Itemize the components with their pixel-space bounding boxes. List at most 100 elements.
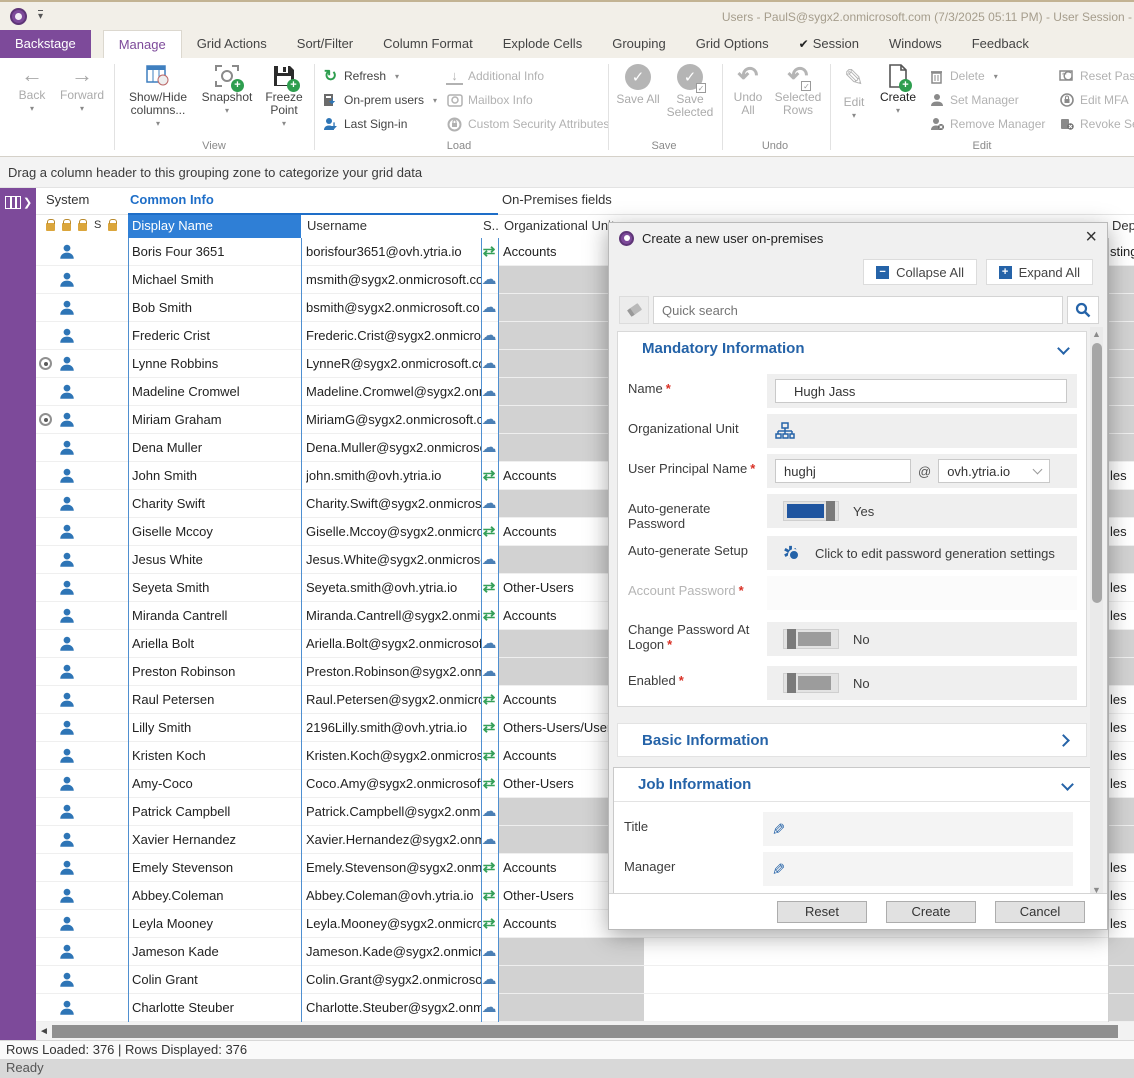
show-hide-columns-button[interactable]: Show/Hide columns...▾ — [122, 64, 194, 128]
on-prem-users-button[interactable]: On-prem users▾ — [322, 90, 437, 110]
username-cell[interactable]: Leyla.Mooney@sygx2.onmicro — [306, 910, 481, 937]
tab-explode-cells[interactable]: Explode Cells — [488, 30, 598, 58]
username-cell[interactable]: Preston.Robinson@sygx2.onmi — [306, 658, 481, 685]
close-icon[interactable]: × — [1085, 227, 1097, 247]
display-name-cell[interactable]: Colin Grant — [132, 966, 300, 993]
group-header-system[interactable]: System — [46, 192, 89, 207]
username-cell[interactable]: john.smith@ovh.ytria.io — [306, 462, 481, 489]
display-name-cell[interactable]: John Smith — [132, 462, 300, 489]
additional-info-button[interactable]: ↓ Additional Info — [446, 66, 544, 86]
display-name-cell[interactable]: Raul Petersen — [132, 686, 300, 713]
display-name-cell[interactable]: Jameson Kade — [132, 938, 300, 965]
change-password-toggle[interactable] — [783, 629, 839, 649]
display-name-cell[interactable]: Lilly Smith — [132, 714, 300, 741]
reset-password-button[interactable]: ** Reset Password — [1058, 66, 1134, 86]
display-name-cell[interactable]: Madeline Cromwel — [132, 378, 300, 405]
username-cell[interactable]: Abbey.Coleman@ovh.ytria.io — [306, 882, 481, 909]
username-cell[interactable]: Ariella.Bolt@sygx2.onmicrosof — [306, 630, 481, 657]
horizontal-scroll-thumb[interactable] — [52, 1025, 1118, 1038]
username-cell[interactable]: Kristen.Koch@sygx2.onmicroso — [306, 742, 481, 769]
password-settings-link[interactable]: Click to edit password generation settin… — [767, 536, 1077, 570]
username-cell[interactable]: Giselle.Mccoy@sygx2.onmicro — [306, 518, 481, 545]
display-name-cell[interactable]: Amy-Coco — [132, 770, 300, 797]
save-selected-button[interactable]: ✓✓ Save Selected — [664, 64, 716, 119]
display-name-cell[interactable]: Seyeta Smith — [132, 574, 300, 601]
back-button[interactable]: ← Back▾ — [12, 64, 52, 113]
organizational-unit-cell[interactable] — [499, 938, 644, 965]
reset-button[interactable]: Reset — [777, 901, 867, 923]
create-button[interactable]: + Create▾ — [876, 64, 920, 115]
display-name-cell[interactable]: Ariella Bolt — [132, 630, 300, 657]
group-header-on-premises[interactable]: On-Premises fields — [502, 192, 612, 207]
tab-grid-options[interactable]: Grid Options — [681, 30, 784, 58]
title-edit-field[interactable]: ✎ — [763, 812, 1073, 846]
display-name-cell[interactable]: Abbey.Coleman — [132, 882, 300, 909]
collapse-all-button[interactable]: − Collapse All — [863, 259, 977, 285]
username-cell[interactable]: Dena.Muller@sygx2.onmicroso — [306, 434, 481, 461]
display-name-cell[interactable]: Michael Smith — [132, 266, 300, 293]
display-name-cell[interactable]: Miranda Cantrell — [132, 602, 300, 629]
username-cell[interactable]: Miranda.Cantrell@sygx2.onmic — [306, 602, 481, 629]
display-name-cell[interactable]: Charlotte Steuber — [132, 994, 300, 1021]
upn-input[interactable] — [775, 459, 911, 483]
username-cell[interactable]: Madeline.Cromwel@sygx2.onn — [306, 378, 481, 405]
undo-selected-rows-button[interactable]: ↶✓ Selected Rows — [772, 64, 824, 117]
tab-feedback[interactable]: Feedback — [957, 30, 1044, 58]
tab-backstage[interactable]: Backstage — [0, 30, 91, 58]
tab-grid-actions[interactable]: Grid Actions — [182, 30, 282, 58]
enabled-toggle[interactable] — [783, 673, 839, 693]
account-password-input[interactable] — [767, 576, 1077, 610]
manager-edit-field[interactable]: ✎ — [763, 852, 1073, 886]
tab-column-format[interactable]: Column Format — [368, 30, 488, 58]
edit-mfa-button[interactable]: Edit MFA — [1058, 90, 1129, 110]
display-name-cell[interactable]: Dena Muller — [132, 434, 300, 461]
username-cell[interactable]: Frederic.Crist@sygx2.onmicros — [306, 322, 481, 349]
section-basic-information[interactable]: Basic Information — [617, 723, 1087, 757]
username-cell[interactable]: MiriamG@sygx2.onmicrosoft.c — [306, 406, 481, 433]
display-name-cell[interactable]: Boris Four 3651 — [132, 238, 300, 265]
custom-security-attributes-button[interactable]: Custom Security Attributes — [446, 114, 609, 134]
username-cell[interactable]: Coco.Amy@sygx2.onmicrosoft — [306, 770, 481, 797]
username-cell[interactable]: msmith@sygx2.onmicrosoft.co — [306, 266, 481, 293]
edit-button[interactable]: ✎ Edit▾ — [836, 64, 872, 120]
search-input[interactable] — [653, 296, 1063, 324]
username-cell[interactable]: Raul.Petersen@sygx2.onmicros — [306, 686, 481, 713]
table-row[interactable]: Colin Grant Colin.Grant@sygx2.onmicrosof… — [36, 966, 1134, 994]
delete-button[interactable]: Delete▾ — [928, 66, 998, 86]
forward-button[interactable]: → Forward▾ — [56, 64, 108, 113]
group-header-common-info[interactable]: Common Info — [130, 192, 214, 207]
save-all-button[interactable]: ✓ Save All — [616, 64, 660, 106]
username-cell[interactable]: borisfour3651@ovh.ytria.io — [306, 238, 481, 265]
tab-session[interactable]: ✔Session — [784, 30, 874, 58]
section-header-job[interactable]: Job Information — [614, 768, 1090, 802]
username-cell[interactable]: Charlotte.Steuber@sygx2.onmi — [306, 994, 481, 1021]
autogen-password-toggle[interactable] — [783, 501, 839, 521]
table-row[interactable]: Jameson Kade Jameson.Kade@sygx2.onmicro … — [36, 938, 1134, 966]
scroll-up-arrow-icon[interactable]: ▲ — [1090, 329, 1103, 339]
column-header-synced[interactable]: S... — [481, 215, 498, 238]
username-cell[interactable]: Xavier.Hernandez@sygx2.onmi — [306, 826, 481, 853]
clear-search-button[interactable] — [619, 296, 649, 324]
display-name-cell[interactable]: Giselle Mccoy — [132, 518, 300, 545]
tab-grouping[interactable]: Grouping — [597, 30, 680, 58]
username-cell[interactable]: Jameson.Kade@sygx2.onmicro — [306, 938, 481, 965]
upn-domain-select[interactable]: ovh.ytria.io — [938, 459, 1050, 483]
remove-manager-button[interactable]: Remove Manager — [928, 114, 1045, 134]
display-name-cell[interactable]: Frederic Crist — [132, 322, 300, 349]
username-cell[interactable]: Colin.Grant@sygx2.onmicrosof — [306, 966, 481, 993]
refresh-button[interactable]: ↻ Refresh▾ — [322, 66, 399, 86]
username-cell[interactable]: 2196Lilly.smith@ovh.ytria.io — [306, 714, 481, 741]
quick-access-caret-icon[interactable]: ▾ — [38, 10, 43, 23]
snapshot-button[interactable]: + Snapshot▾ — [198, 64, 256, 115]
name-input[interactable] — [775, 379, 1067, 403]
dialog-title-bar[interactable]: Create a new user on-premises × — [609, 223, 1107, 253]
username-cell[interactable]: Charity.Swift@sygx2.onmicroso — [306, 490, 481, 517]
display-name-cell[interactable]: Xavier Hernandez — [132, 826, 300, 853]
last-sign-in-button[interactable]: Last Sign-in — [322, 114, 407, 134]
set-manager-button[interactable]: Set Manager — [928, 90, 1019, 110]
display-name-cell[interactable]: Preston Robinson — [132, 658, 300, 685]
organizational-unit-cell[interactable] — [499, 994, 644, 1021]
organizational-unit-cell[interactable] — [499, 966, 644, 993]
table-row[interactable]: Charlotte Steuber Charlotte.Steuber@sygx… — [36, 994, 1134, 1022]
column-header-display-name[interactable]: Display Name — [128, 215, 301, 238]
